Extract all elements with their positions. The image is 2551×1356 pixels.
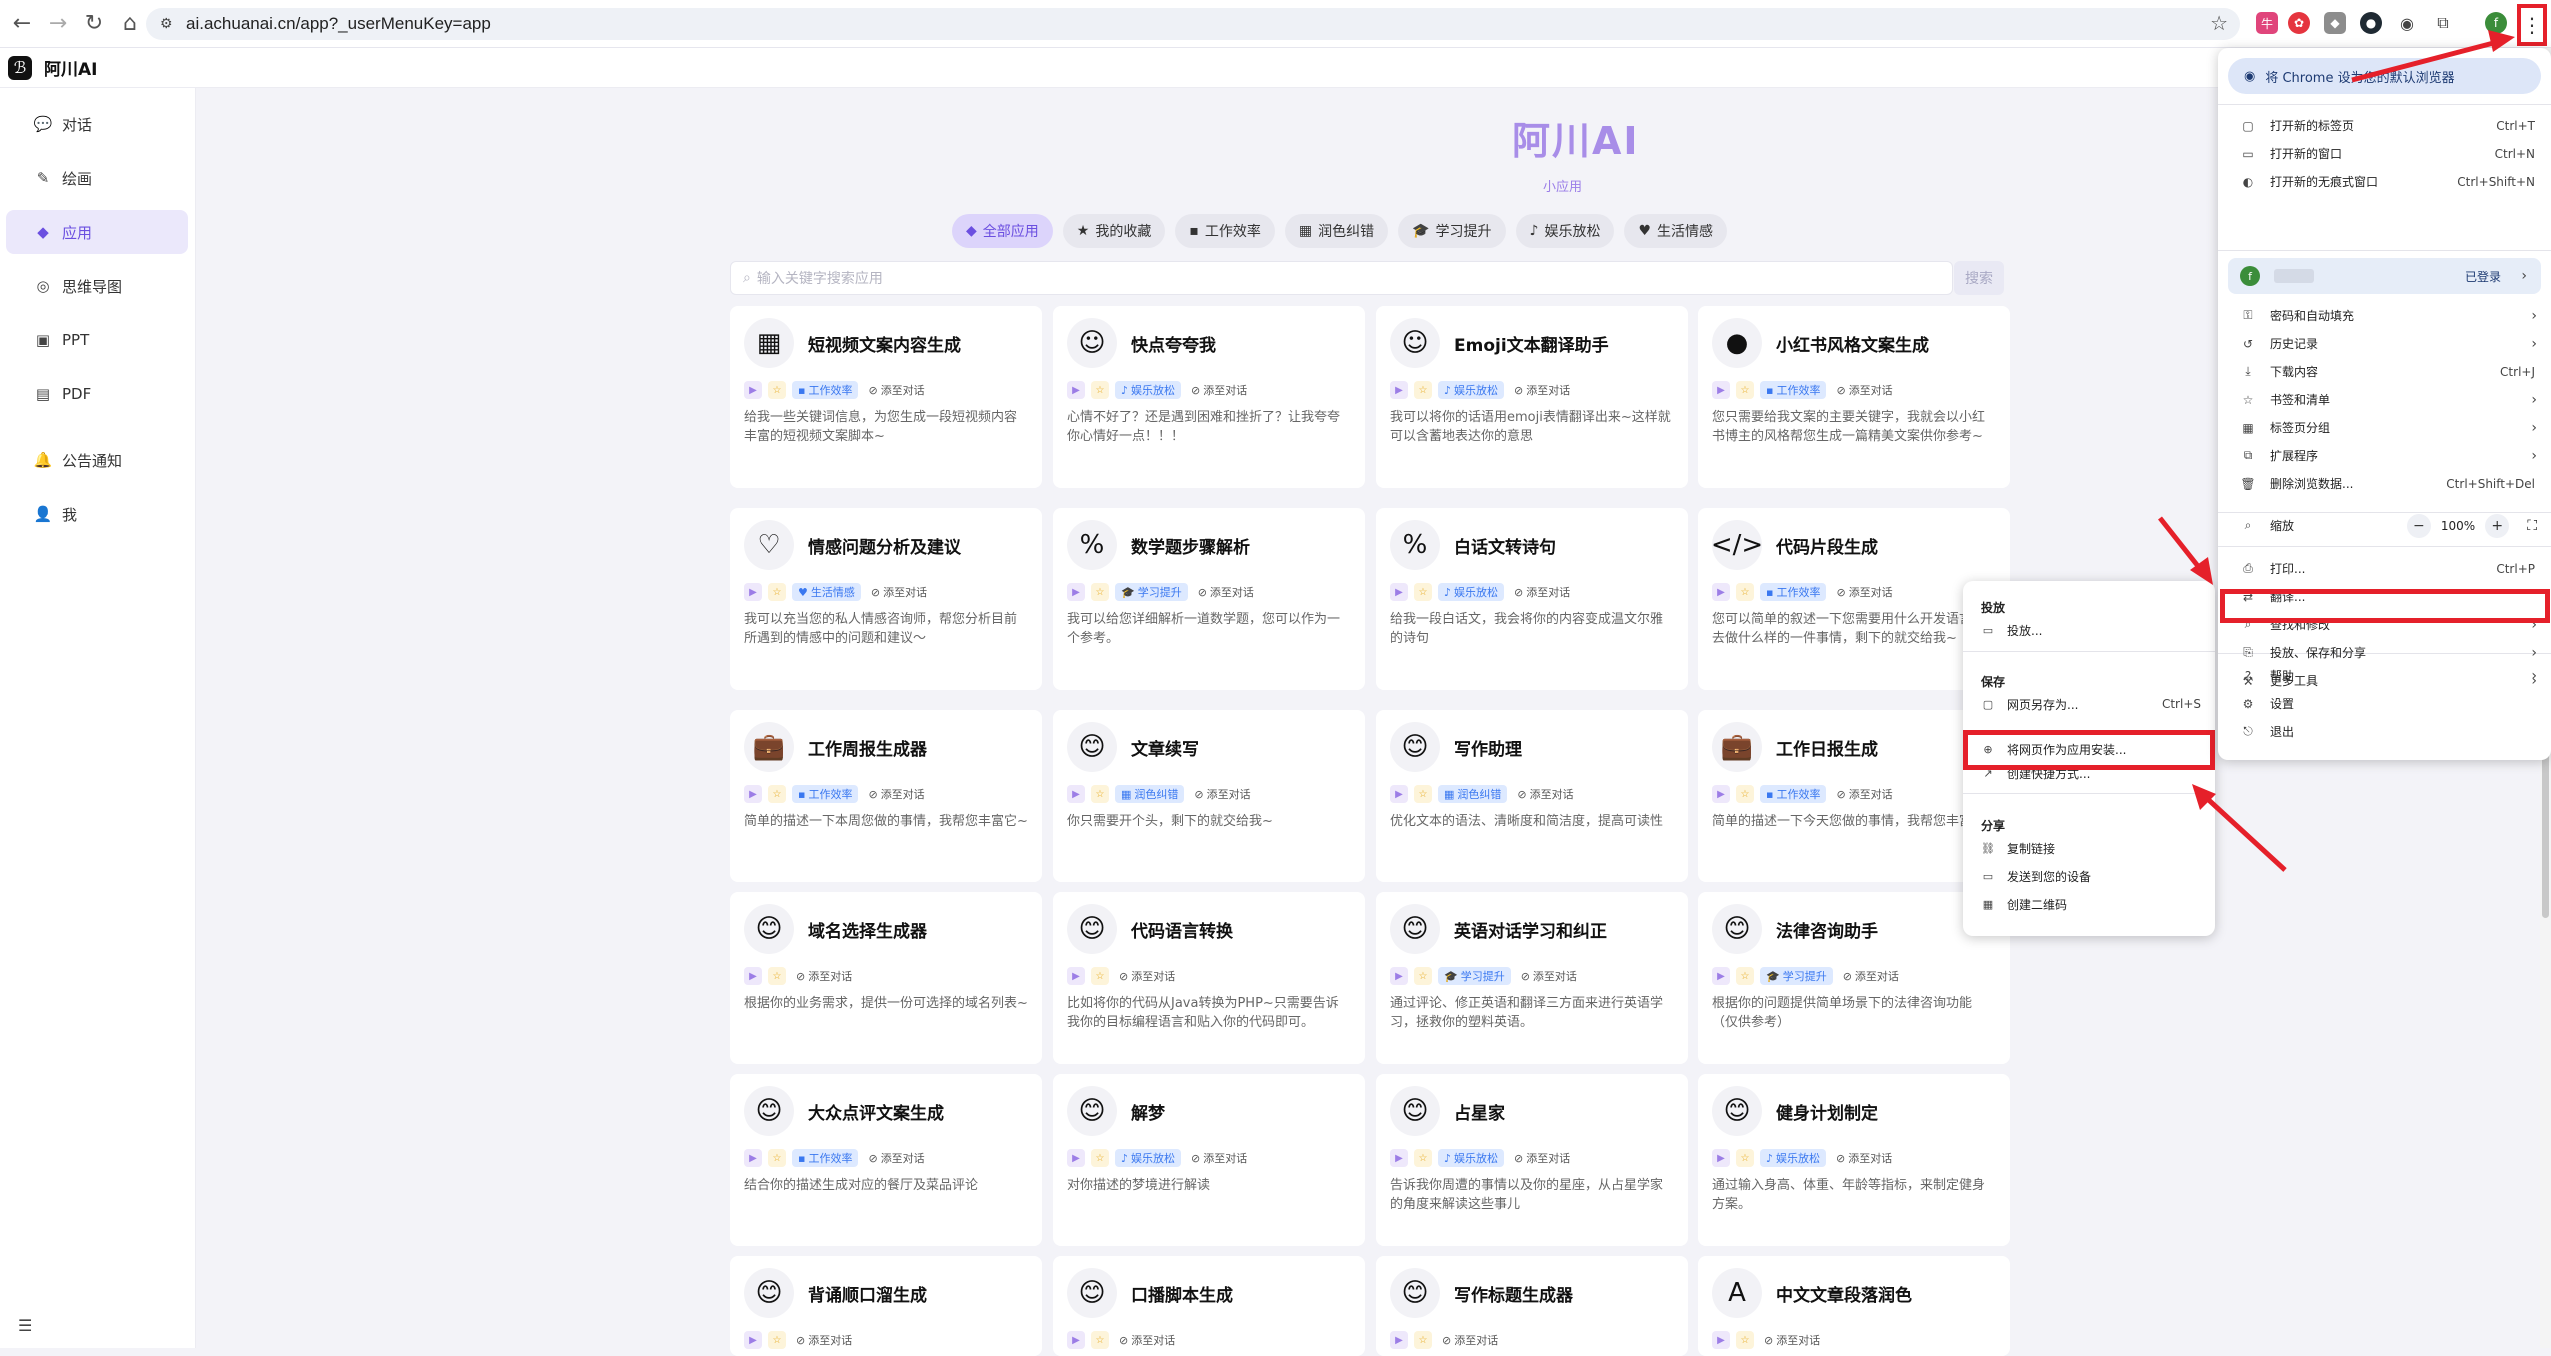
arrow-to-install-item — [2198, 790, 2287, 872]
arrow-to-menu-button — [2351, 37, 2506, 83]
arrow-head — [2488, 30, 2515, 52]
annotation-arrows — [2158, 30, 2515, 872]
